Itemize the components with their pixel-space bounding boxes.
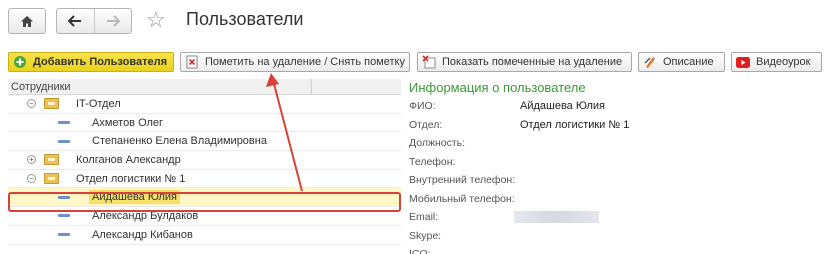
folder-icon: [44, 173, 59, 185]
expand-icon[interactable]: +: [27, 155, 36, 165]
tree-row-label: Отдел логистики № 1: [76, 172, 186, 185]
info-row-email: Email:: [409, 208, 829, 227]
selection-highlight: [8, 192, 401, 212]
info-key: Внутренний телефон:: [409, 174, 516, 187]
info-value: Айдашева Юлия: [520, 100, 605, 113]
tree-row-logistics-department[interactable]: − Отдел логистики № 1: [8, 170, 401, 189]
info-row-mobile-phone: Мобильный телефон:: [409, 190, 829, 209]
user-info-title: Информация о пользователе: [409, 80, 586, 95]
favorite-star-icon[interactable]: ☆: [146, 8, 166, 32]
description-label: Описание: [663, 56, 714, 68]
tree-row-label: Александр Кибанов: [92, 228, 193, 241]
info-key: Мобильный телефон:: [409, 192, 515, 205]
tree-row-group[interactable]: + Колганов Александр: [8, 151, 401, 170]
info-row-fio: ФИО: Айдашева Юлия: [409, 97, 829, 116]
arrow-left-icon: [68, 15, 82, 27]
show-marked-label: Показать помеченные на удаление: [442, 56, 623, 68]
info-row-position: Должность:: [409, 134, 829, 153]
tree-row-label: Ахметов Олег: [92, 116, 164, 129]
user-info-panel: Информация о пользователе ФИО: Айдашева …: [409, 80, 829, 254]
home-icon: [21, 15, 33, 27]
video-tutorial-label: Видеоурок: [756, 56, 811, 68]
collapse-icon[interactable]: −: [27, 174, 36, 184]
user-icon: [58, 121, 70, 125]
description-button[interactable]: Описание: [638, 52, 725, 72]
show-marked-button[interactable]: Показать помеченные на удаление: [417, 52, 632, 72]
folder-icon: [44, 154, 59, 166]
back-button[interactable]: [57, 9, 94, 33]
description-icon: [643, 55, 657, 69]
arrow-right-icon: [106, 15, 120, 27]
info-key: Отдел:: [409, 118, 443, 131]
info-key: Email:: [409, 211, 439, 224]
info-row-internal-phone: Внутренний телефон:: [409, 171, 829, 190]
info-key: ФИО:: [409, 100, 436, 113]
info-row-department: Отдел: Отдел логистики № 1: [409, 116, 829, 135]
info-key: ICQ:: [409, 248, 520, 254]
video-tutorial-button[interactable]: Видеоурок: [731, 52, 822, 72]
user-icon: [58, 139, 70, 143]
plus-circle-icon: [13, 55, 27, 69]
show-marked-icon: [422, 55, 436, 69]
info-row-icq: ICQ:: [409, 245, 829, 254]
folder-icon: [44, 98, 59, 110]
tree-row-user[interactable]: Александр Кибанов: [8, 226, 401, 245]
info-value: Отдел логистики № 1: [520, 118, 630, 131]
mark-delete-button[interactable]: Пометить на удаление / Снять пометку: [180, 52, 410, 72]
tree-row-label: IT-Отдел: [76, 97, 121, 110]
employee-tree: Сотрудники − IT-Отдел Ахметов Олег Степа…: [8, 79, 401, 251]
info-key: Телефон:: [409, 155, 456, 168]
tree-row-it-department[interactable]: − IT-Отдел: [8, 95, 401, 114]
page-title: Пользователи: [186, 9, 304, 29]
home-button[interactable]: [8, 8, 46, 34]
info-row-skype: Skype:: [409, 227, 829, 246]
mark-delete-label: Пометить на удаление / Снять пометку: [205, 56, 405, 68]
tree-row-user[interactable]: Степаненко Елена Владимировна: [8, 132, 401, 152]
youtube-icon: [736, 55, 750, 69]
forward-button[interactable]: [93, 9, 131, 33]
history-nav: [56, 8, 132, 34]
tree-row-label: Степаненко Елена Владимировна: [92, 135, 267, 148]
info-key: Skype:: [409, 229, 442, 242]
user-icon: [58, 233, 70, 237]
collapse-icon[interactable]: −: [27, 99, 36, 109]
add-user-button[interactable]: Добавить Пользователя: [8, 52, 174, 72]
tree-row-label: Колганов Александр: [76, 153, 181, 166]
user-icon: [58, 214, 70, 218]
tree-header: Сотрудники: [8, 79, 401, 95]
tree-row-user[interactable]: Ахметов Олег: [8, 114, 401, 133]
delete-mark-icon: [185, 55, 199, 69]
email-redacted: [514, 211, 599, 224]
info-key: Должность:: [409, 137, 466, 150]
employees-column-header[interactable]: Сотрудники: [8, 79, 312, 94]
add-user-label: Добавить Пользователя: [33, 56, 167, 68]
info-row-phone: Телефон:: [409, 153, 829, 172]
